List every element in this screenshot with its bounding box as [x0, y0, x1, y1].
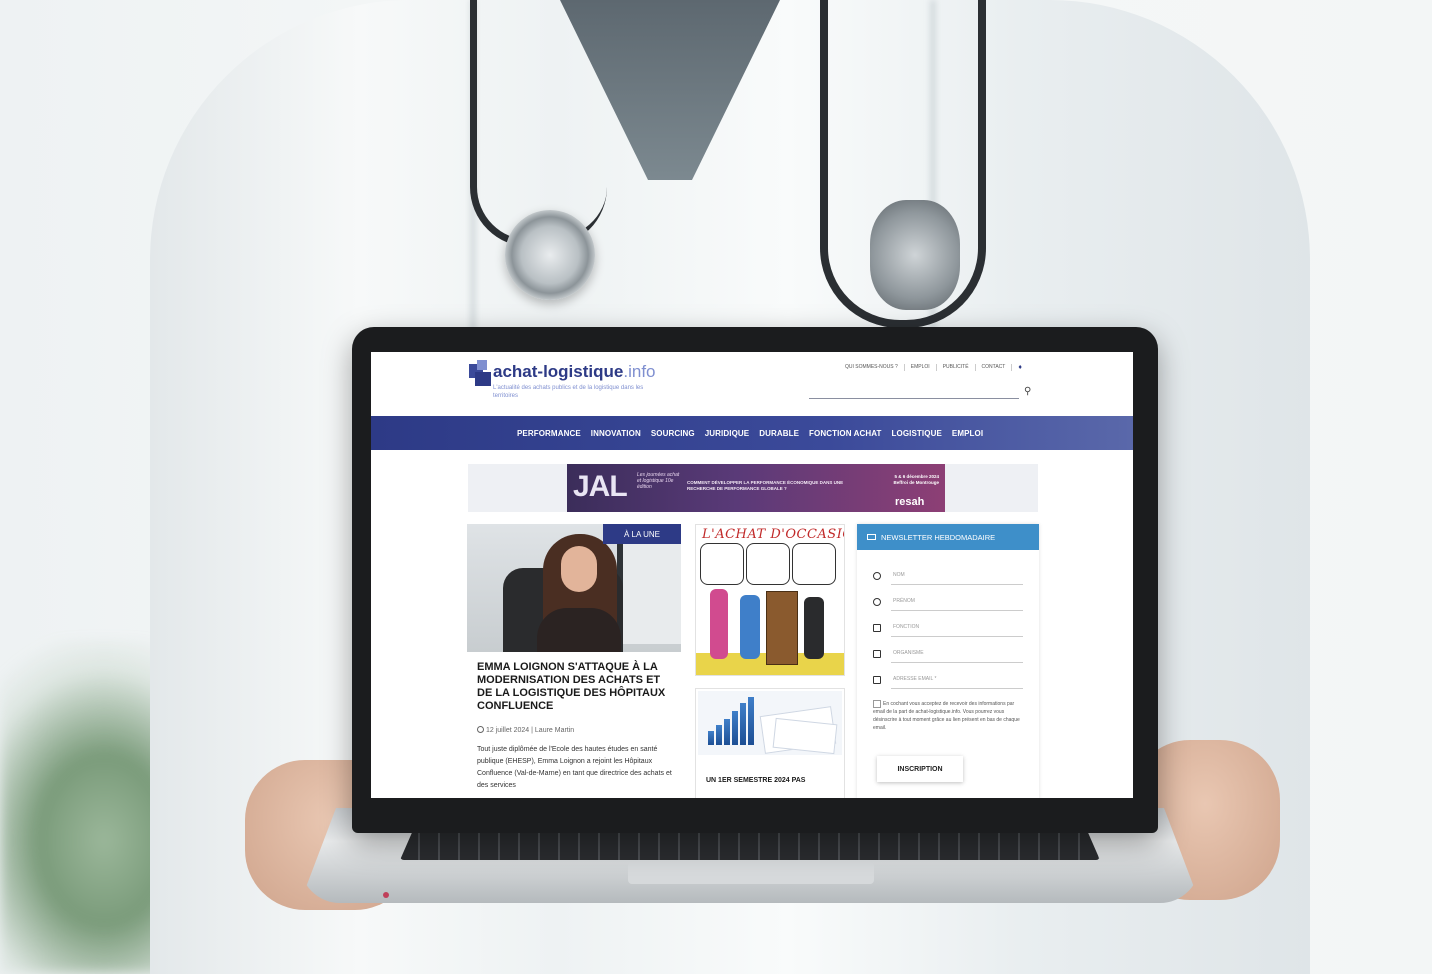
- stethoscope-headpiece: [870, 200, 960, 310]
- firstname-label: PRÉNOM: [893, 598, 915, 604]
- cartoon-title: L'ACHAT D'OCCASION: [702, 527, 844, 542]
- nav-item-logistique[interactable]: LOGISTIQUE: [892, 429, 942, 438]
- cartoon-figure: [804, 597, 824, 659]
- article-title: UN 1ER SEMESTRE 2024 PAS: [706, 777, 806, 784]
- article-image: [698, 691, 842, 755]
- user-icon: [873, 572, 881, 580]
- consent-text: En cochant vous acceptez de recevoir des…: [873, 701, 1020, 731]
- speech-bubble: [700, 543, 744, 585]
- nav-item-juridique[interactable]: JURIDIQUE: [705, 429, 749, 438]
- newsletter-header: NEWSLETTER HEBDOMADAIRE: [857, 524, 1039, 550]
- speech-bubble: [746, 543, 790, 585]
- organism-field[interactable]: ORGANISME: [873, 646, 1023, 666]
- function-label: FONCTION: [893, 624, 920, 630]
- name-label: NOM: [893, 572, 905, 578]
- subscribe-button[interactable]: INSCRIPTION: [877, 756, 963, 782]
- twitter-icon[interactable]: ♦: [1012, 364, 1028, 371]
- logo-icon[interactable]: [469, 360, 495, 388]
- banner-dates: 5 & 6 décembre 2024 Beffroi de Montrouge: [893, 474, 940, 485]
- nav-item-sourcing[interactable]: SOURCING: [651, 429, 695, 438]
- search-input[interactable]: [809, 398, 1019, 399]
- laptop-trackpad: [628, 862, 874, 884]
- featured-excerpt: Tout juste diplômée de l'Ecole des haute…: [477, 746, 672, 789]
- nav-item-performance[interactable]: PERFORMANCE: [517, 429, 581, 438]
- top-link-advertising[interactable]: PUBLICITÉ: [937, 364, 976, 371]
- laptop-screen: achat-logistique.info L'actualité des ac…: [371, 352, 1133, 798]
- top-link-jobs[interactable]: EMPLOI: [905, 364, 937, 371]
- nav-item-fonction-achat[interactable]: FONCTION ACHAT: [809, 429, 882, 438]
- featured-meta-row: 12 juillet 2024 | Laure Martin: [477, 726, 574, 734]
- site-header: achat-logistique.info L'actualité des ac…: [371, 352, 1133, 416]
- banner-jal: JAL: [573, 470, 628, 503]
- banner-jal-subtitle: Les journées achat et logistique 10e édi…: [637, 472, 680, 490]
- clock-icon: [477, 726, 484, 733]
- stethoscope-chestpiece: [505, 210, 595, 300]
- id-card-icon: [873, 650, 881, 658]
- site-logo[interactable]: achat-logistique.info: [493, 362, 656, 382]
- envelope-icon: [867, 534, 876, 540]
- function-field[interactable]: FONCTION: [873, 620, 1023, 640]
- cartoon-card[interactable]: L'ACHAT D'OCCASION: [695, 524, 845, 676]
- site-tagline: L'actualité des achats publics et de la …: [493, 385, 644, 399]
- search-icon[interactable]: ⚲: [1024, 386, 1031, 397]
- top-link-contact[interactable]: CONTACT: [976, 364, 1013, 371]
- nav-item-emploi[interactable]: EMPLOI: [952, 429, 983, 438]
- envelope-icon: [873, 676, 881, 684]
- logo-tld: .info: [623, 362, 656, 381]
- email-label: ADRESSE EMAIL *: [893, 676, 937, 682]
- ad-banner[interactable]: JAL Les journées achat et logistique 10e…: [567, 464, 945, 512]
- featured-title[interactable]: EMMA LOIGNON S'ATTAQUE À LA MODERNISATIO…: [477, 661, 677, 713]
- organism-label: ORGANISME: [893, 650, 924, 656]
- user-icon: [873, 598, 881, 606]
- logo-main: achat-logistique: [493, 362, 624, 381]
- featured-meta: 12 juillet 2024 | Laure Martin: [486, 727, 575, 734]
- newsletter-title: NEWSLETTER HEBDOMADAIRE: [881, 532, 996, 542]
- firstname-field[interactable]: PRÉNOM: [873, 594, 1023, 614]
- cartoon-figure: [710, 589, 728, 659]
- article-card[interactable]: UN 1ER SEMESTRE 2024 PAS: [695, 688, 845, 798]
- banner-brand: resah: [895, 496, 925, 508]
- email-field[interactable]: ADRESSE EMAIL *: [873, 672, 1023, 692]
- grandfather-clock: [766, 591, 798, 665]
- name-field[interactable]: NOM: [873, 568, 1023, 588]
- nav-item-innovation[interactable]: INNOVATION: [591, 429, 641, 438]
- main-nav: PERFORMANCE INNOVATION SOURCING JURIDIQU…: [371, 416, 1133, 450]
- newsletter-panel: NEWSLETTER HEBDOMADAIRE NOM PRÉNOM FONCT…: [857, 524, 1039, 798]
- speech-bubble: [792, 543, 836, 585]
- top-links: QUI SOMMES-NOUS ? EMPLOI PUBLICITÉ CONTA…: [839, 364, 1028, 371]
- briefcase-icon: [873, 624, 881, 632]
- stethoscope-tube: [470, 0, 607, 247]
- power-indicator: [383, 892, 389, 898]
- top-link-about[interactable]: QUI SOMMES-NOUS ?: [839, 364, 905, 371]
- nav-item-durable[interactable]: DURABLE: [759, 429, 799, 438]
- featured-badge: À LA UNE: [603, 524, 681, 544]
- cartoon-figure: [740, 595, 760, 659]
- banner-headline: COMMENT DÉVELOPPER LA PERFORMANCE ÉCONOM…: [687, 480, 844, 491]
